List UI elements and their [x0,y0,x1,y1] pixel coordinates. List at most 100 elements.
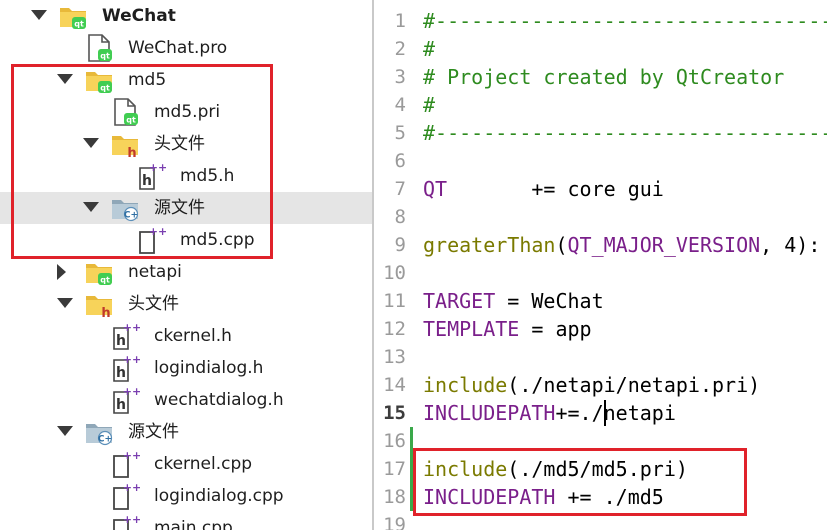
tree-row[interactable]: WeChat [0,0,372,32]
tree-row[interactable]: md5 [0,64,372,96]
code-token: greaterThan [423,233,556,257]
tree-row[interactable]: md5.pri [0,96,372,128]
expand-arrow-icon[interactable] [83,138,99,148]
qt-pri-file-icon [110,97,140,127]
line-number: 11 [383,290,406,312]
code-token: QT_MAJOR_VERSION [567,233,761,257]
line-number: 18 [383,486,406,508]
tree-row[interactable]: ++ md5.cpp [0,224,372,256]
svg-text:++: ++ [149,161,166,174]
tree-item-label: 头文件 [128,294,179,314]
code-line[interactable]: #---------------------------------------… [423,7,827,35]
svg-text:h: h [116,365,126,381]
code-line[interactable]: TEMPLATE = app [423,315,592,343]
code-editor[interactable]: 1 #--------------------------------------… [374,0,827,530]
tree-item-label: logindialog.h [154,358,264,378]
code-token: # [423,37,436,61]
header-file-icon: h ++ [136,161,167,191]
svg-text:h: h [101,306,110,319]
source-folder-icon: C+ [110,193,140,223]
code-line[interactable]: greaterThan(QT_MAJOR_VERSION, 4): QT += … [423,231,827,259]
code-line[interactable]: INCLUDEPATH+=./netapi [423,399,676,427]
tree-row[interactable]: h ++ logindialog.h [0,352,372,384]
code-token: include [423,373,508,397]
svg-text:++: ++ [149,225,166,238]
code-token: += core gui [447,177,664,201]
code-line[interactable]: INCLUDEPATH += ./md5 [423,483,664,511]
code-line[interactable]: include(./netapi/netapi.pri) [423,371,760,399]
code-line[interactable]: # [423,35,435,63]
code-token: #---------------------------------------… [423,9,827,33]
code-line[interactable]: # Project created by QtCreator [423,63,784,91]
tree-item-label: md5 [128,70,167,90]
tree-item-label: md5.cpp [180,230,255,250]
line-number: 13 [383,346,406,368]
source-file-icon: ++ [110,449,141,479]
line-number: 2 [394,38,406,60]
code-token: , 4): QT += widgets [760,233,821,257]
code-token: = WeChat [495,289,604,313]
line-number: 7 [394,178,406,200]
tree-item-label: ckernel.h [154,326,232,346]
code-token: TEMPLATE [423,317,520,341]
expand-arrow-icon[interactable] [31,10,47,20]
tree-row[interactable]: ++ ckernel.cpp [0,448,372,480]
tree-item-label: WeChat.pro [128,38,228,58]
expand-arrow-icon[interactable] [57,298,73,308]
tree-row[interactable]: ++ logindialog.cpp [0,480,372,512]
tree-row[interactable]: h ++ md5.h [0,160,372,192]
svg-text:++: ++ [123,353,140,366]
code-token: +=./netapi [555,401,676,425]
collapse-arrow-icon[interactable] [57,264,66,280]
code-line[interactable]: # [423,91,435,119]
tree-row[interactable]: h ++ ckernel.h [0,320,372,352]
header-file-icon: h ++ [110,353,141,383]
qt-folder-icon [58,1,88,31]
tree-row[interactable]: h ++ wechatdialog.h [0,384,372,416]
svg-text:h: h [142,173,152,189]
line-number: 8 [394,206,406,228]
tree-row[interactable]: C+ 源文件 [0,192,372,224]
svg-text:++: ++ [123,513,140,526]
project-tree[interactable]: WeChat WeChat.pro md5 md5.pri h 头文件 h ++ md5.h C+… [0,0,372,530]
tree-item-label: 头文件 [154,134,205,154]
svg-text:++: ++ [123,481,140,494]
code-line[interactable]: include(./md5/md5.pri) [423,455,688,483]
code-line[interactable]: #---------------------------------------… [423,119,827,147]
tree-row[interactable]: h 头文件 [0,128,372,161]
tree-row[interactable]: netapi [0,256,372,288]
tree-row[interactable]: WeChat.pro [0,32,372,64]
code-token: (./netapi/netapi.pri) [507,373,761,397]
line-number: 10 [383,262,406,284]
line-number: 19 [383,514,406,530]
line-number: 4 [394,94,406,116]
code-token: INCLUDEPATH [423,401,556,425]
line-number: 17 [383,458,406,480]
expand-arrow-icon[interactable] [57,426,73,436]
svg-text:++: ++ [123,449,140,462]
source-file-icon: ++ [110,481,141,511]
tree-row[interactable]: h 头文件 [0,288,372,321]
changed-lines-marker [410,427,413,511]
line-number: 1 [394,10,406,32]
tree-item-label: md5.h [180,166,235,186]
code-line[interactable]: QT += core gui [423,175,664,203]
text-caret [603,400,606,426]
qt-folder-icon [84,257,114,287]
code-line[interactable]: TARGET = WeChat [423,287,604,315]
tree-item-label: md5.pri [154,102,221,122]
svg-text:C+: C+ [124,211,138,221]
line-number: 6 [394,150,406,172]
code-token: (./md5/md5.pri) [507,457,688,481]
line-number: 9 [394,234,406,256]
tree-row[interactable]: C+ 源文件 [0,416,372,448]
source-file-icon: ++ [110,513,141,530]
expand-arrow-icon[interactable] [57,74,73,84]
tree-row[interactable]: ++ main.cpp [0,512,372,530]
expand-arrow-icon[interactable] [83,202,99,212]
tree-item-label: wechatdialog.h [154,390,284,410]
tree-item-label: netapi [128,262,182,282]
tree-item-label: 源文件 [128,422,179,442]
code-token: QT [423,177,448,201]
header-file-icon: h ++ [110,385,141,415]
